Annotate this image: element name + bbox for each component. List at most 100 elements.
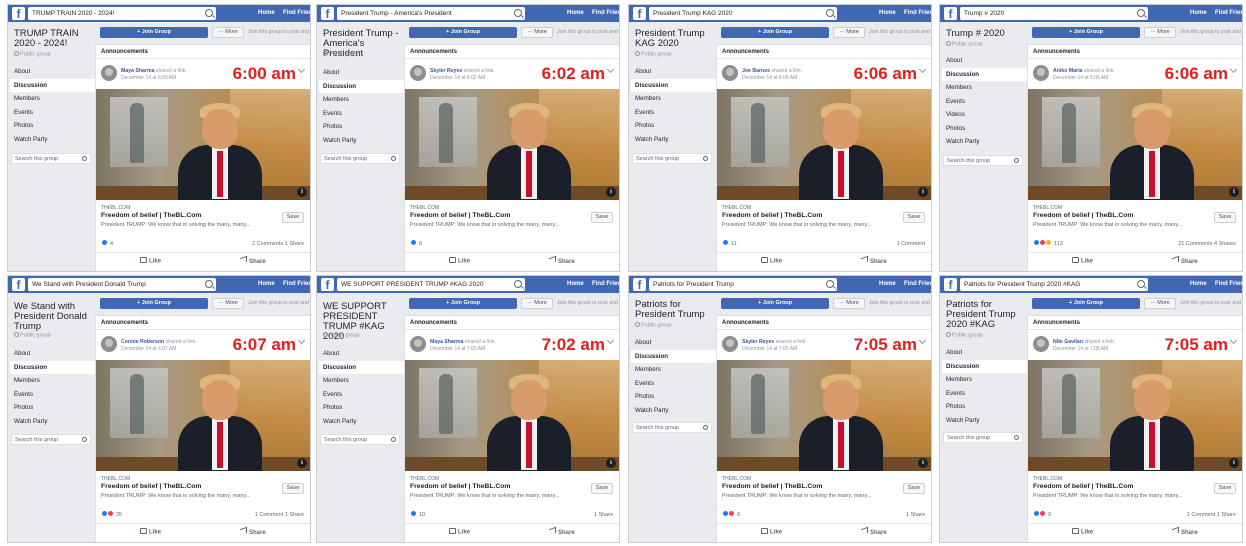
chevron-down-icon[interactable] bbox=[918, 336, 927, 345]
link-title[interactable]: Freedom of belief | TheBL.Com bbox=[722, 212, 822, 219]
nav-home-link[interactable]: Home bbox=[879, 276, 896, 293]
info-icon[interactable]: i bbox=[1229, 187, 1239, 197]
post-timestamp[interactable]: December 14 at 6:00 AM bbox=[121, 75, 176, 81]
share-button[interactable]: Share bbox=[240, 526, 266, 536]
chevron-down-icon[interactable] bbox=[1229, 336, 1238, 345]
post-author-name[interactable]: Joe Barnes bbox=[742, 68, 770, 74]
chevron-down-icon[interactable] bbox=[297, 336, 306, 345]
join-group-button[interactable]: + Join Group bbox=[409, 298, 517, 309]
post-timestamp[interactable]: December 14 at 7:05 AM bbox=[1053, 346, 1108, 352]
chevron-down-icon[interactable] bbox=[1229, 65, 1238, 74]
chevron-down-icon[interactable] bbox=[297, 65, 306, 74]
post-author-name[interactable]: Nite Gavilan bbox=[1053, 339, 1083, 345]
search-icon[interactable] bbox=[826, 280, 834, 288]
sidebar-item-photos[interactable]: Photos bbox=[631, 119, 717, 133]
comment-share-count[interactable]: 1 Share bbox=[594, 510, 613, 520]
sidebar-item-about[interactable]: About bbox=[631, 336, 717, 350]
search-icon[interactable] bbox=[1137, 9, 1145, 17]
top-search-input[interactable]: WE SUPPORT PRESIDENT TRUMP #KAG 2020 bbox=[337, 278, 525, 291]
group-name[interactable]: Patriots for President Trump 2020 #KAG bbox=[946, 300, 1026, 330]
search-icon[interactable] bbox=[1137, 280, 1145, 288]
reaction-summary[interactable]: 113 bbox=[1033, 239, 1063, 249]
post-author-name[interactable]: Maya Sharma bbox=[430, 339, 463, 345]
share-button[interactable]: Share bbox=[549, 526, 575, 536]
sidebar-item-photos[interactable]: Photos bbox=[319, 401, 405, 415]
chevron-down-icon[interactable] bbox=[606, 336, 615, 345]
share-button[interactable]: Share bbox=[549, 255, 575, 265]
sidebar-item-photos[interactable]: Photos bbox=[319, 120, 405, 134]
post-timestamp[interactable]: December 14 at 6:02 AM bbox=[430, 75, 485, 81]
sidebar-item-events[interactable]: Events bbox=[942, 95, 1028, 109]
link-title[interactable]: Freedom of belief | TheBL.Com bbox=[410, 483, 510, 490]
link-preview-image[interactable]: i bbox=[1028, 360, 1242, 471]
post-timestamp[interactable]: December 14 at 6:07 AM bbox=[121, 346, 176, 352]
comment-share-count[interactable]: 21 Comments 4 Shares bbox=[1178, 239, 1236, 249]
sidebar-item-discussion[interactable]: Discussion bbox=[631, 349, 717, 363]
avatar[interactable] bbox=[1033, 65, 1049, 81]
group-search-input[interactable]: Search this group bbox=[943, 155, 1023, 166]
group-search-input[interactable]: Search this group bbox=[632, 422, 712, 433]
sidebar-item-events[interactable]: Events bbox=[631, 377, 717, 391]
chevron-down-icon[interactable] bbox=[918, 65, 927, 74]
post-author-name[interactable]: Maya Sharma bbox=[121, 68, 154, 74]
group-search-input[interactable]: Search this group bbox=[11, 153, 91, 164]
sidebar-item-about[interactable]: About bbox=[942, 54, 1028, 68]
sidebar-item-members[interactable]: Members bbox=[10, 92, 96, 106]
group-search-input[interactable]: Search this group bbox=[320, 434, 400, 445]
info-icon[interactable]: i bbox=[606, 458, 616, 468]
link-title[interactable]: Freedom of belief | TheBL.Com bbox=[410, 212, 510, 219]
like-button[interactable]: Like bbox=[761, 257, 782, 265]
sidebar-item-events[interactable]: Events bbox=[319, 388, 405, 402]
post-timestamp[interactable]: December 14 at 6:06 AM bbox=[742, 75, 797, 81]
facebook-logo-icon[interactable]: f bbox=[12, 278, 25, 291]
link-preview-image[interactable]: i bbox=[96, 360, 310, 471]
sidebar-item-about[interactable]: About bbox=[319, 66, 405, 80]
sidebar-item-events[interactable]: Events bbox=[319, 107, 405, 121]
info-icon[interactable]: i bbox=[297, 187, 307, 197]
sidebar-item-watch-party[interactable]: Watch Party bbox=[942, 414, 1028, 428]
more-button[interactable]: ··· More bbox=[1144, 27, 1176, 38]
nav-find-friends-link[interactable]: Find Friends bbox=[283, 5, 310, 22]
top-search-input[interactable]: We Stand with President Donald Trump bbox=[28, 278, 216, 291]
top-search-input[interactable]: President Trump KAG 2020 bbox=[649, 7, 837, 20]
sidebar-item-watch-party[interactable]: Watch Party bbox=[10, 415, 96, 429]
link-title[interactable]: Freedom of belief | TheBL.Com bbox=[722, 483, 822, 490]
like-button[interactable]: Like bbox=[140, 528, 161, 536]
sidebar-item-photos[interactable]: Photos bbox=[10, 119, 96, 133]
sidebar-item-watch-party[interactable]: Watch Party bbox=[10, 133, 96, 147]
sidebar-item-photos[interactable]: Photos bbox=[942, 400, 1028, 414]
facebook-logo-icon[interactable]: f bbox=[321, 7, 334, 20]
more-button[interactable]: ··· More bbox=[833, 27, 865, 38]
sidebar-item-about[interactable]: About bbox=[10, 347, 96, 361]
sidebar-item-discussion[interactable]: Discussion bbox=[942, 67, 1028, 81]
sidebar-item-events[interactable]: Events bbox=[942, 387, 1028, 401]
top-search-input[interactable]: TRUMP TRAIN 2020 - 2024! bbox=[28, 7, 216, 20]
sidebar-item-about[interactable]: About bbox=[631, 65, 717, 79]
info-icon[interactable]: i bbox=[918, 187, 928, 197]
comment-share-count[interactable]: 1 Comment 1 Share bbox=[255, 510, 304, 520]
avatar[interactable] bbox=[410, 65, 426, 81]
post-timestamp[interactable]: December 14 at 7:02 AM bbox=[430, 346, 485, 352]
nav-find-friends-link[interactable]: Find Friends bbox=[1215, 276, 1242, 293]
facebook-logo-icon[interactable]: f bbox=[633, 278, 646, 291]
top-search-input[interactable]: Patriots for President Trump 2020 #KAG bbox=[960, 278, 1148, 291]
avatar[interactable] bbox=[722, 65, 738, 81]
save-button[interactable]: Save bbox=[591, 483, 613, 494]
comment-share-count[interactable]: 1 Comment bbox=[897, 239, 925, 249]
nav-home-link[interactable]: Home bbox=[258, 5, 275, 22]
nav-home-link[interactable]: Home bbox=[1190, 276, 1207, 293]
save-button[interactable]: Save bbox=[903, 212, 925, 223]
sidebar-item-about[interactable]: About bbox=[10, 65, 96, 79]
info-icon[interactable]: i bbox=[297, 458, 307, 468]
post-author-name[interactable]: Skyler Reyes bbox=[742, 339, 774, 345]
info-icon[interactable]: i bbox=[606, 187, 616, 197]
avatar[interactable] bbox=[722, 336, 738, 352]
more-button[interactable]: ··· More bbox=[212, 298, 244, 309]
reaction-summary[interactable]: 8 bbox=[410, 239, 422, 249]
reaction-summary[interactable]: 9 bbox=[1033, 510, 1051, 520]
comment-share-count[interactable]: 1 Comment 1 Share bbox=[1187, 510, 1236, 520]
search-icon[interactable] bbox=[205, 280, 213, 288]
group-search-input[interactable]: Search this group bbox=[11, 434, 91, 445]
join-group-button[interactable]: + Join Group bbox=[1032, 298, 1140, 309]
reaction-summary[interactable]: 35 bbox=[101, 510, 122, 520]
